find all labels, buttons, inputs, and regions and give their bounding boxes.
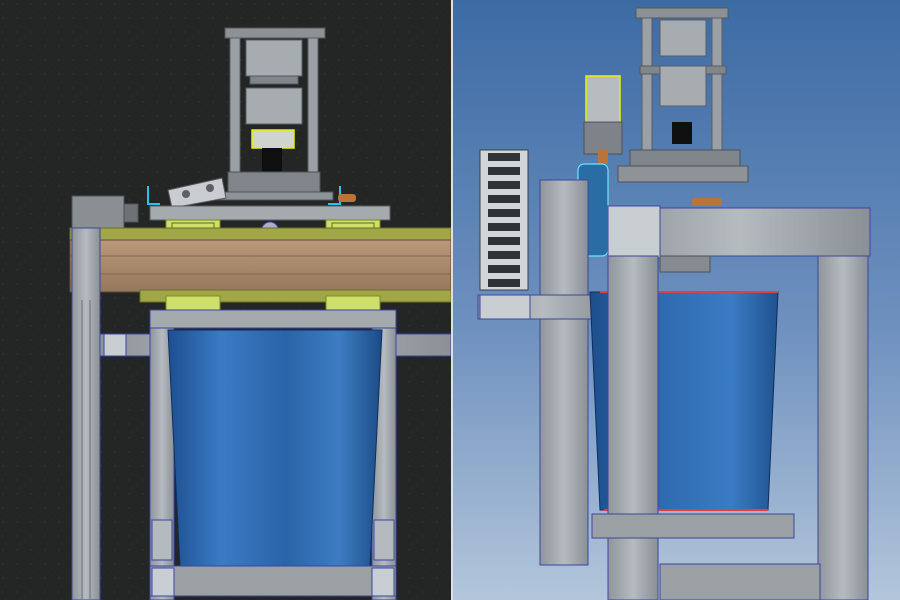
olive-rail-top bbox=[69, 227, 452, 241]
drag-chain bbox=[479, 149, 529, 291]
press-top-plate bbox=[635, 7, 729, 19]
lower-cylinder-block bbox=[659, 65, 707, 107]
bin-top-frame bbox=[149, 309, 397, 329]
motor-housing bbox=[71, 195, 125, 231]
copper-fitting bbox=[692, 198, 722, 206]
front-view-panel bbox=[0, 0, 452, 600]
press-base-block bbox=[629, 149, 741, 167]
black-load-cell bbox=[262, 148, 282, 174]
corner-gusset bbox=[373, 519, 395, 561]
drag-chain-link bbox=[488, 153, 520, 161]
cylinder-clamp bbox=[249, 75, 299, 85]
corner-gusset bbox=[151, 519, 173, 561]
green-bracket bbox=[325, 295, 381, 311]
motor-coupling bbox=[123, 203, 139, 223]
press-guide-rod-right bbox=[711, 17, 723, 159]
wooden-beam bbox=[69, 239, 452, 293]
copper-fitting bbox=[598, 150, 608, 164]
press-mount-plate bbox=[617, 165, 749, 183]
press-top-plate bbox=[224, 27, 326, 39]
side-post-left bbox=[539, 179, 589, 566]
extrusion-end-profile bbox=[371, 567, 395, 597]
press-assembly bbox=[214, 27, 334, 201]
pivot-pin bbox=[182, 190, 190, 198]
blue-bin bbox=[167, 329, 383, 567]
pivot-pin bbox=[206, 184, 214, 192]
bin-bottom-rail bbox=[591, 513, 795, 539]
upper-cylinder-block bbox=[659, 19, 707, 57]
extrusion-end-profile bbox=[607, 205, 661, 259]
extrusion-end-profile bbox=[103, 333, 127, 357]
side-view-panel bbox=[453, 0, 900, 600]
lower-cylinder-block bbox=[245, 87, 303, 125]
drag-chain-link bbox=[488, 195, 520, 203]
drag-chain-link bbox=[488, 265, 520, 273]
panel-divider bbox=[451, 0, 453, 600]
bin-frame-post-front bbox=[607, 255, 659, 600]
mount-clamp bbox=[659, 255, 711, 273]
press-mount-plate bbox=[214, 191, 334, 201]
drag-chain-link bbox=[488, 279, 520, 287]
gearbox bbox=[583, 121, 623, 155]
press-base-block bbox=[227, 171, 321, 195]
bin-frame-post-back bbox=[817, 255, 869, 600]
copper-fitting bbox=[338, 194, 356, 202]
highlighted-coupler bbox=[251, 129, 295, 149]
black-load-cell bbox=[672, 122, 692, 144]
floor-rail bbox=[659, 563, 821, 600]
cad-render-composite bbox=[0, 0, 900, 600]
highlighted-motor bbox=[585, 75, 621, 123]
drag-chain-link bbox=[488, 167, 520, 175]
green-bracket bbox=[165, 295, 221, 311]
upper-cylinder-block bbox=[245, 39, 303, 77]
press-guide-rod-left bbox=[641, 17, 653, 159]
scene-canvas bbox=[0, 0, 900, 600]
drag-chain-link bbox=[488, 181, 520, 189]
extrusion-end-profile bbox=[479, 294, 531, 320]
bin-bottom-rail bbox=[149, 565, 397, 597]
carriage-plate bbox=[149, 205, 391, 221]
drag-chain-link bbox=[488, 223, 520, 231]
drag-chain-link bbox=[488, 237, 520, 245]
extrusion-end-profile bbox=[151, 567, 175, 597]
left-extrusion-post bbox=[71, 227, 101, 600]
drag-chain-link bbox=[488, 251, 520, 259]
drag-chain-link bbox=[488, 209, 520, 217]
